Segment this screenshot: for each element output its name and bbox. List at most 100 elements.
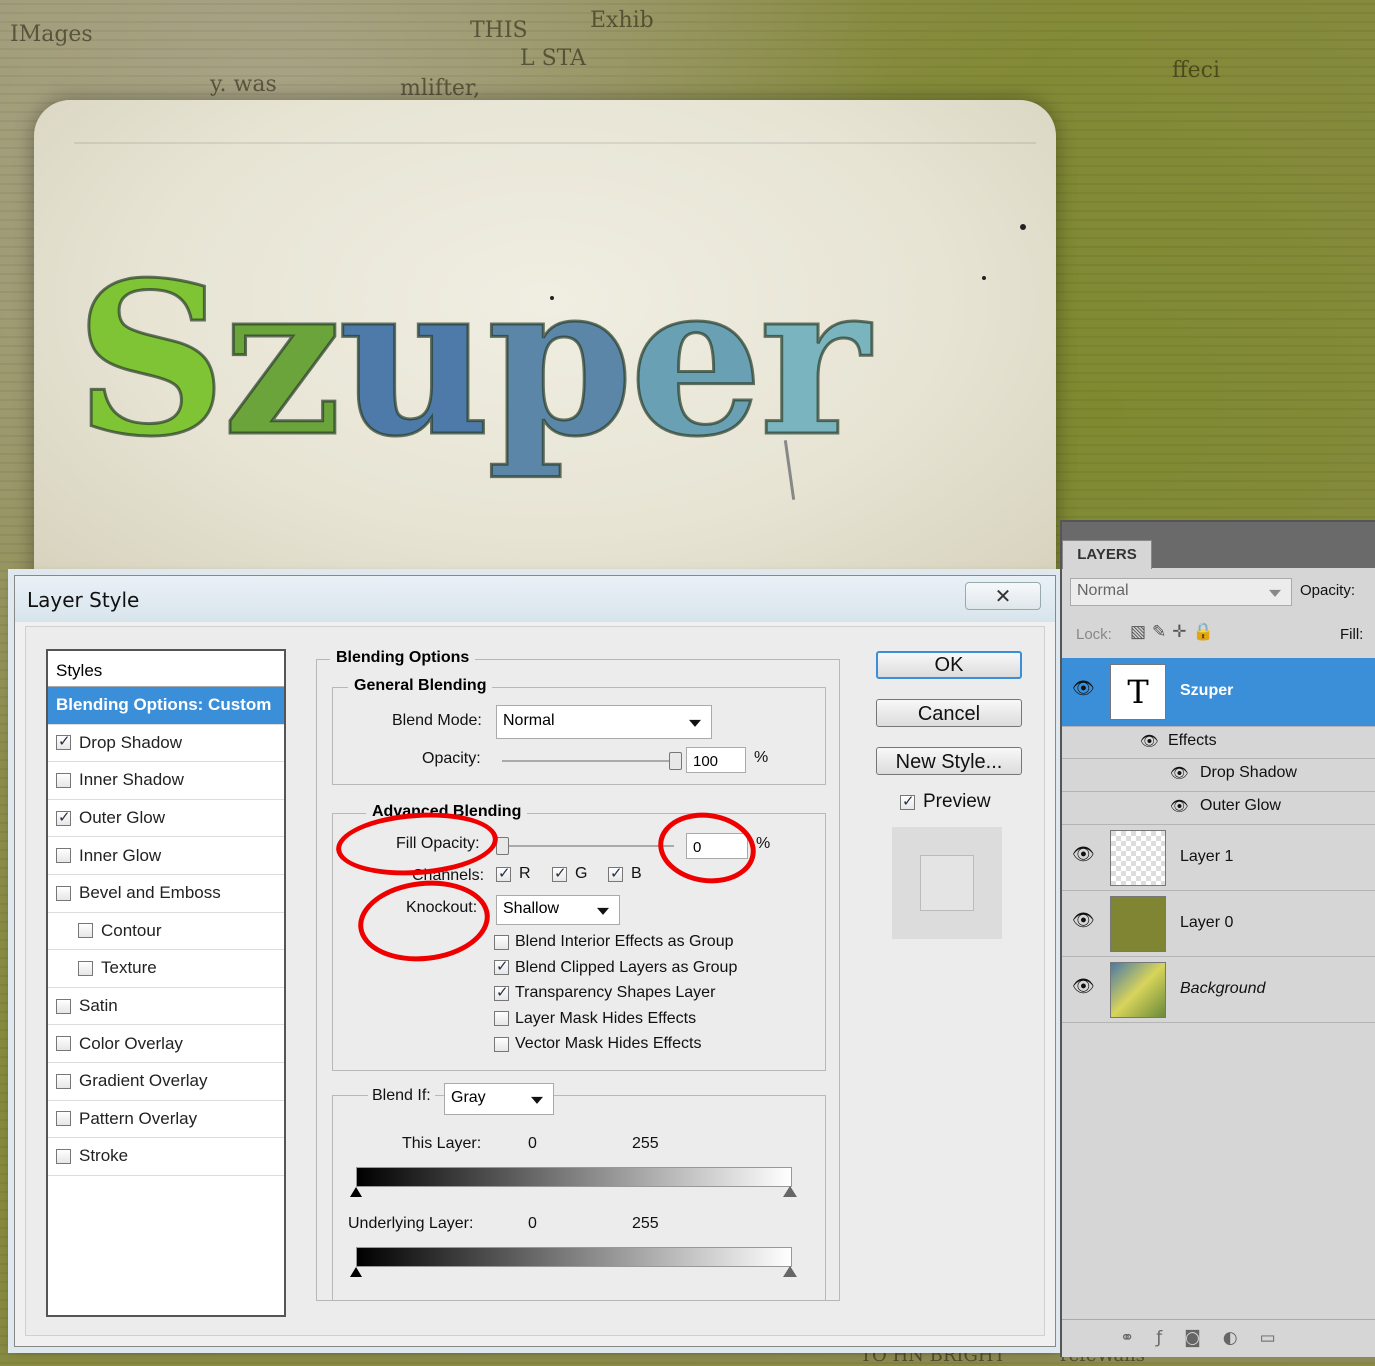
layer-blend-mode-value: Normal [1077,582,1129,599]
layer-row-szuper[interactable]: 👁 T Szuper [1062,658,1375,727]
fill-opacity-slider-handle[interactable] [496,837,509,855]
channel-checkbox[interactable] [552,864,567,882]
style-checkbox[interactable] [56,1036,71,1052]
style-item[interactable]: Inner Glow [48,837,284,875]
style-item[interactable]: Blending Options: Custom [48,687,284,725]
style-item[interactable]: Texture [48,950,284,988]
style-item-label: Gradient Overlay [79,1071,208,1091]
news-fragment: L STA [520,46,587,71]
style-item[interactable]: Pattern Overlay [48,1101,284,1139]
style-checkbox[interactable] [78,960,93,976]
layer-row-layer-1[interactable]: 👁 Layer 1 [1062,824,1375,891]
style-item[interactable]: Color Overlay [48,1025,284,1063]
layer-row-background[interactable]: 👁 Background [1062,956,1375,1023]
news-fragment: y. was [210,72,277,97]
style-checkbox[interactable] [56,772,71,788]
knockout-select[interactable]: Shallow [496,895,620,925]
effect-row-outer-glow[interactable]: 👁 Outer Glow [1062,791,1375,825]
style-item[interactable]: Gradient Overlay [48,1063,284,1101]
advanced-option-checkbox[interactable] [494,957,509,976]
style-checkbox[interactable] [78,923,93,939]
channel-checkbox[interactable] [608,864,623,882]
blend-if-select[interactable]: Gray [444,1083,554,1115]
blend-mode-select[interactable]: Normal [496,705,712,739]
blend-if-value: Gray [451,1089,486,1106]
advanced-option-row[interactable]: Transparency Shapes Layer [494,983,716,1002]
preview-checkbox[interactable] [900,792,915,810]
channel-checkbox-row[interactable]: B [608,864,642,883]
eye-icon[interactable]: 👁 [1072,678,1095,699]
fx-icon[interactable]: ƒ [1156,1328,1184,1348]
blend-if-box [332,1095,826,1301]
advanced-option-checkbox[interactable] [494,934,509,950]
advanced-option-row[interactable]: Layer Mask Hides Effects [494,1010,696,1028]
style-item-label: Blending Options: Custom [56,695,272,715]
news-fragment: IMages [10,22,93,47]
preview-checkbox-row[interactable]: Preview [900,791,991,813]
style-checkbox[interactable] [56,732,71,751]
advanced-option-row[interactable]: Blend Clipped Layers as Group [494,957,737,977]
advanced-option-row[interactable]: Blend Interior Effects as Group [494,933,733,951]
folder-icon[interactable]: ▭ [1260,1328,1298,1348]
eye-icon[interactable]: 👁 [1170,797,1189,815]
ok-button[interactable]: OK [876,651,1022,679]
cancel-button[interactable]: Cancel [876,699,1022,727]
eye-icon[interactable]: 👁 [1072,976,1095,997]
style-checkbox[interactable] [56,848,71,864]
adjustment-icon[interactable]: ◐ [1223,1328,1260,1348]
style-item[interactable]: Satin [48,988,284,1026]
new-style-button[interactable]: New Style... [876,747,1022,775]
close-button[interactable]: ✕ [965,582,1041,610]
style-checkbox[interactable] [56,1073,71,1089]
style-checkbox[interactable] [56,1111,71,1127]
tab-layers[interactable]: LAYERS [1062,540,1152,569]
advanced-option-row[interactable]: Vector Mask Hides Effects [494,1035,701,1053]
headline-artwork: Szuper [74,253,872,466]
style-item-label: Outer Glow [79,808,165,828]
this-layer-black-handle[interactable] [350,1187,362,1197]
style-checkbox[interactable] [56,998,71,1014]
paper-fold [74,142,1036,144]
opacity-slider-handle[interactable] [669,752,682,770]
general-blending-title: General Blending [348,677,493,695]
style-item[interactable]: Inner Shadow [48,762,284,800]
layers-tabbar: LAYERS [1062,522,1375,569]
style-item[interactable]: Contour [48,913,284,951]
channel-checkbox-row[interactable]: R [496,864,531,883]
style-item[interactable]: Stroke [48,1138,284,1176]
layer-blend-mode-select[interactable]: Normal [1070,578,1292,606]
eye-icon[interactable]: 👁 [1072,910,1095,931]
channel-checkbox[interactable] [496,864,511,882]
layer-row-layer-0[interactable]: 👁 Layer 0 [1062,890,1375,957]
underlying-layer-label: Underlying Layer: [348,1215,474,1232]
style-checkbox[interactable] [56,808,71,826]
opacity-slider[interactable] [502,760,674,762]
style-item[interactable]: Outer Glow [48,800,284,838]
underlying-white-handle[interactable] [783,1266,797,1277]
eye-icon[interactable]: 👁 [1170,764,1189,782]
advanced-option-checkbox[interactable] [494,983,509,1001]
style-item-label: Contour [101,920,162,940]
advanced-option-checkbox[interactable] [494,1011,509,1027]
advanced-option-label: Layer Mask Hides Effects [515,1009,697,1027]
style-checkbox[interactable] [56,885,71,901]
effects-row[interactable]: 👁 Effects [1062,726,1375,759]
channel-label: G [575,865,588,882]
eye-icon[interactable]: 👁 [1140,732,1159,750]
lock-icons[interactable]: ▧✎✛🔒 [1130,622,1220,642]
advanced-option-checkbox[interactable] [494,1036,509,1052]
style-checkbox[interactable] [56,1148,71,1164]
opacity-input[interactable]: 100 [686,747,746,773]
mask-icon[interactable]: ◙ [1184,1328,1223,1348]
style-item[interactable]: Bevel and Emboss [48,875,284,913]
eye-icon[interactable]: 👁 [1072,844,1095,865]
style-item[interactable]: Drop Shadow [48,725,284,763]
advanced-option-label: Transparency Shapes Layer [515,984,716,1002]
link-icon[interactable]: ⚭ [1120,1328,1156,1348]
underlying-black-handle[interactable] [350,1267,362,1277]
this-layer-white-handle[interactable] [783,1186,797,1197]
channel-checkbox-row[interactable]: G [552,864,588,883]
style-item-label: Inner Glow [79,845,162,865]
effect-row-drop-shadow[interactable]: 👁 Drop Shadow [1062,758,1375,792]
fill-opacity-slider[interactable] [502,845,674,847]
